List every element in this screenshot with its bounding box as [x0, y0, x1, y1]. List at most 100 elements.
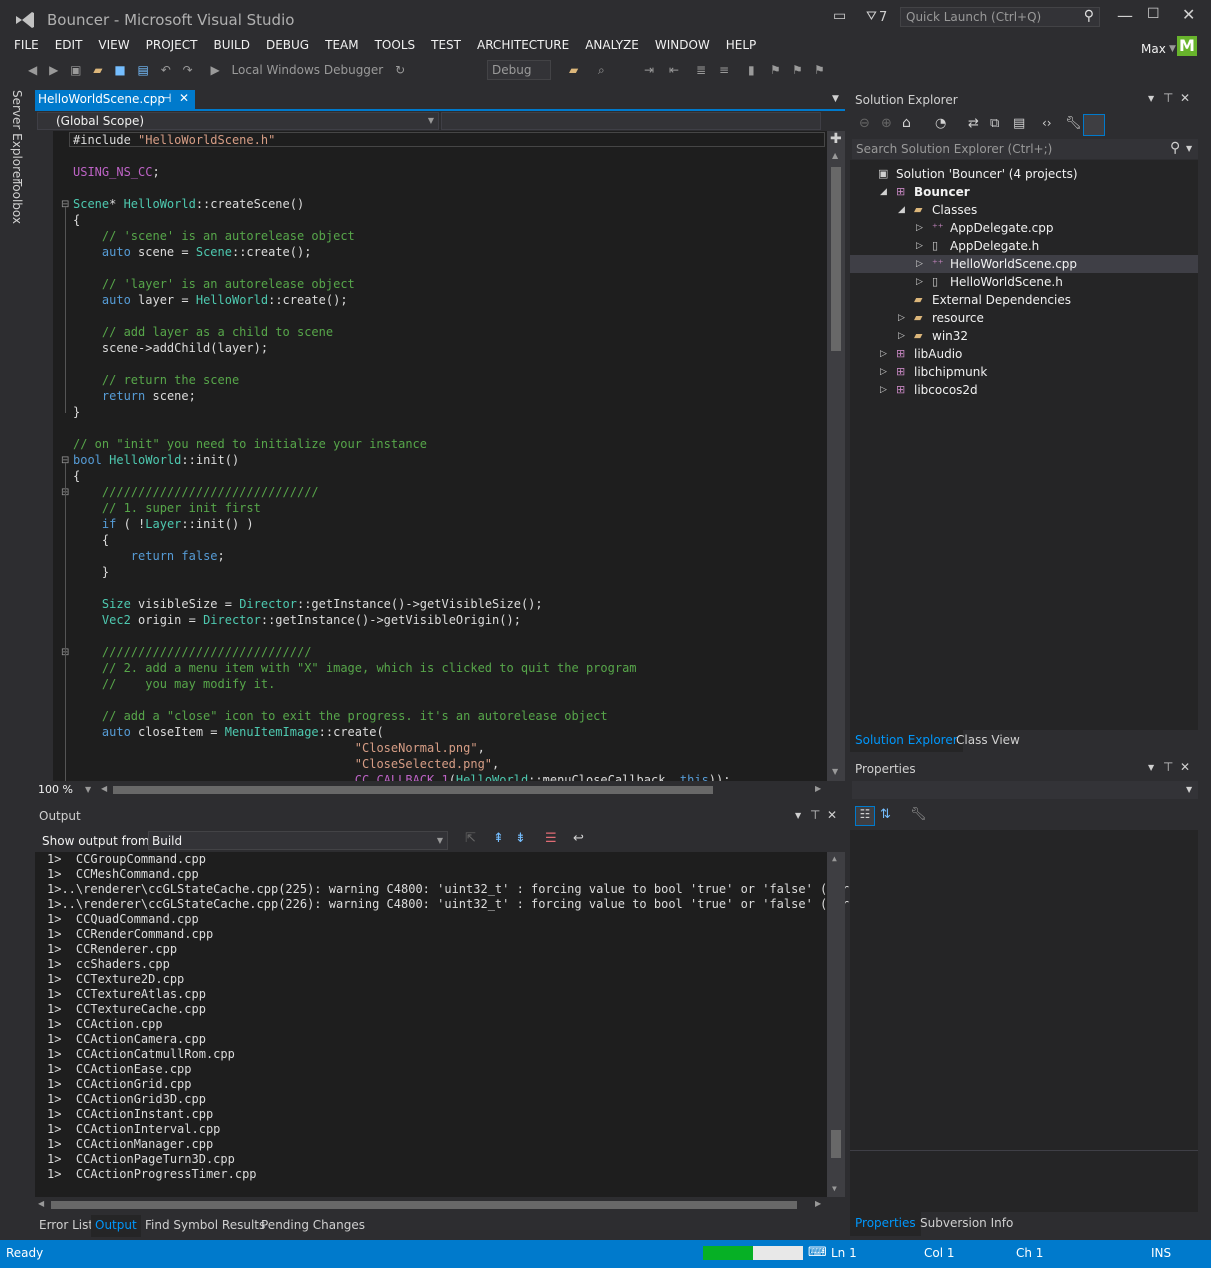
chevron-down-icon[interactable]: ▼: [1148, 763, 1154, 772]
menu-team[interactable]: TEAM: [317, 34, 366, 56]
tree-item[interactable]: ▣ Solution 'Bouncer' (4 projects): [850, 165, 1198, 183]
collapsed-arrow-icon[interactable]: ▷: [898, 327, 905, 345]
server-explorer-tab[interactable]: Server Explorer: [10, 90, 24, 183]
tab-list-icon[interactable]: ▼: [832, 94, 839, 104]
zoom-level[interactable]: 100 %: [38, 783, 73, 796]
collapsed-arrow-icon[interactable]: ▷: [880, 381, 887, 399]
pin-icon[interactable]: ⊤: [810, 808, 820, 822]
configuration-select[interactable]: Debug: [487, 60, 551, 80]
code-editor[interactable]: #include "HelloWorldScene.h" USING_NS_CC;…: [35, 131, 845, 787]
find-in-files-icon[interactable]: ▰: [569, 56, 578, 84]
collapsed-arrow-icon[interactable]: ▷: [916, 255, 923, 273]
output-vertical-scrollbar[interactable]: ▲ ▼: [827, 852, 845, 1197]
undo-icon[interactable]: ↶: [161, 56, 171, 84]
output-source-select[interactable]: Build ▼: [148, 831, 448, 850]
pin-icon[interactable]: ⊤: [1163, 91, 1173, 105]
menu-view[interactable]: VIEW: [90, 34, 137, 56]
pin-icon[interactable]: ⊣: [161, 91, 171, 105]
solution-tree[interactable]: ▣ Solution 'Bouncer' (4 projects) ◢ ⊞ Bounce…: [850, 160, 1198, 730]
home-icon[interactable]: ⌂: [902, 115, 911, 131]
alphabetical-icon[interactable]: ⇅: [880, 807, 891, 822]
close-icon[interactable]: ✕: [1180, 91, 1190, 105]
close-icon[interactable]: ✕: [827, 808, 837, 822]
scroll-thumb[interactable]: [831, 167, 841, 351]
scroll-thumb[interactable]: [831, 1130, 841, 1158]
scroll-right-icon[interactable]: ▶: [815, 784, 821, 793]
menu-file[interactable]: FILE: [6, 34, 47, 56]
redo-icon[interactable]: ↷: [183, 56, 193, 84]
menu-test[interactable]: TEST: [423, 34, 469, 56]
tab-error-list[interactable]: Error List: [39, 1218, 93, 1232]
output-horizontal-scrollbar[interactable]: ◀ ▶: [35, 1197, 845, 1213]
menu-architecture[interactable]: ARCHITECTURE: [469, 34, 577, 56]
forward-icon[interactable]: ▶: [49, 56, 58, 84]
step-into-icon[interactable]: ⇥: [644, 56, 654, 84]
scroll-down-icon[interactable]: ▼: [832, 767, 838, 776]
categorized-icon[interactable]: ☷: [855, 806, 875, 826]
zoom-dropdown-icon[interactable]: ▼: [85, 785, 91, 794]
pending-changes-icon[interactable]: ◔: [935, 116, 946, 131]
editor-h-scroll-thumb[interactable]: [113, 786, 713, 794]
quick-launch-input[interactable]: Quick Launch (Ctrl+Q) ⚲: [900, 7, 1100, 27]
save-icon[interactable]: ■: [114, 56, 125, 84]
collapse-all-icon[interactable]: ⧉: [990, 116, 999, 131]
scroll-left-icon[interactable]: ◀: [101, 784, 107, 793]
scroll-left-icon[interactable]: ◀: [38, 1199, 44, 1208]
tree-item[interactable]: ▷ ⁺⁺ AppDelegate.cpp: [850, 219, 1198, 237]
sync-icon[interactable]: ⇄: [968, 116, 979, 131]
tab-output[interactable]: Output: [91, 1215, 141, 1237]
bookmark-icon[interactable]: ▮: [748, 56, 755, 84]
property-pages-icon[interactable]: 🔧︎: [910, 807, 927, 822]
preview-toggle[interactable]: [1083, 114, 1105, 136]
feedback-flag-icon[interactable]: ⛛: [866, 9, 877, 24]
collapsed-arrow-icon[interactable]: ▷: [898, 309, 905, 327]
menu-edit[interactable]: EDIT: [47, 34, 91, 56]
menu-project[interactable]: PROJECT: [138, 34, 206, 56]
tree-item[interactable]: ▷ ▰ resource: [850, 309, 1198, 327]
chevron-down-icon[interactable]: ▼: [1186, 144, 1192, 153]
back-icon[interactable]: ◀: [28, 56, 37, 84]
show-all-files-icon[interactable]: ▤: [1013, 116, 1025, 131]
outdent-icon[interactable]: ≡: [719, 56, 729, 84]
collapsed-arrow-icon[interactable]: ▷: [916, 273, 923, 291]
chevron-down-icon[interactable]: ▼: [1148, 94, 1154, 103]
output-text-area[interactable]: 1> CCGroupCommand.cpp 1> CCMeshCommand.cp…: [35, 852, 856, 1197]
close-icon[interactable]: ✕: [1180, 760, 1190, 774]
browse-icon[interactable]: ⌕: [598, 56, 605, 84]
chevron-down-icon[interactable]: ▼: [795, 811, 801, 820]
tab-pending-changes[interactable]: Pending Changes: [261, 1218, 365, 1232]
back-icon[interactable]: ⊖: [859, 116, 870, 131]
maximize-button[interactable]: ☐: [1147, 6, 1160, 22]
scroll-up-icon[interactable]: ▲: [832, 854, 837, 863]
tree-item[interactable]: ▰ External Dependencies: [850, 291, 1198, 309]
tree-item[interactable]: ▷ ⁺⁺ HelloWorldScene.cpp: [850, 255, 1198, 273]
editor-vertical-scrollbar[interactable]: ✚ ▲ ▼: [827, 131, 845, 781]
solution-search-input[interactable]: Search Solution Explorer (Ctrl+;) ⚲ ▼: [852, 139, 1198, 159]
avatar[interactable]: M: [1177, 36, 1197, 56]
indent-icon[interactable]: ≣: [696, 56, 706, 84]
tree-item[interactable]: ▷ ▰ win32: [850, 327, 1198, 345]
tree-item[interactable]: ◢ ▰ Classes: [850, 201, 1198, 219]
tree-item[interactable]: ▷ ▯ AppDelegate.h: [850, 237, 1198, 255]
scroll-down-icon[interactable]: ▼: [832, 1184, 837, 1193]
tab-hello-world-scene[interactable]: HelloWorldScene.cpp ⊣ ✕: [35, 90, 195, 109]
tab-close-icon[interactable]: ✕: [179, 91, 189, 105]
go-to-location-icon[interactable]: ⇱: [465, 831, 476, 846]
menu-build[interactable]: BUILD: [205, 34, 257, 56]
scroll-up-icon[interactable]: ▲: [832, 151, 838, 160]
menu-debug[interactable]: DEBUG: [258, 34, 317, 56]
expanded-arrow-icon[interactable]: ◢: [898, 201, 905, 219]
new-project-icon[interactable]: ▣: [70, 56, 81, 84]
start-debug-icon[interactable]: ▶: [210, 56, 219, 84]
collapsed-arrow-icon[interactable]: ▷: [916, 219, 923, 237]
word-wrap-icon[interactable]: ↩: [573, 831, 584, 846]
clear-all-icon[interactable]: ☰: [545, 831, 557, 846]
expanded-arrow-icon[interactable]: ◢: [880, 183, 887, 201]
scope-dropdown[interactable]: (Global Scope) ▼: [37, 112, 439, 130]
collapsed-arrow-icon[interactable]: ▷: [880, 363, 887, 381]
forward-icon[interactable]: ⊕: [881, 116, 892, 131]
tree-item[interactable]: ◢ ⊞ Bouncer: [850, 183, 1198, 201]
scroll-right-icon[interactable]: ▶: [815, 1199, 821, 1208]
save-all-icon[interactable]: ▤: [138, 56, 149, 84]
tree-item[interactable]: ▷ ⊞ libcocos2d: [850, 381, 1198, 399]
